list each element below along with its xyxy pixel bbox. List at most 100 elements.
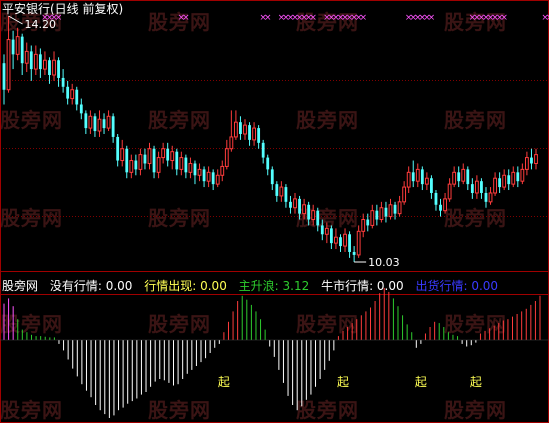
candle-body xyxy=(434,192,438,205)
legend-trend-appears: 行情出现: 0.00 xyxy=(144,279,227,293)
high-arrow xyxy=(8,15,23,25)
signal-label: 起 xyxy=(218,375,230,389)
candle-body xyxy=(202,169,206,182)
candle-body xyxy=(334,236,338,244)
candle-body xyxy=(393,204,397,214)
candle-body xyxy=(480,181,483,193)
candle-body xyxy=(243,124,247,135)
candle-body xyxy=(156,157,161,173)
candle-body xyxy=(289,201,292,208)
top-marker: × xyxy=(182,13,190,23)
candle-body xyxy=(284,187,288,202)
candle-body xyxy=(11,39,15,55)
candle-body xyxy=(248,125,251,140)
legend-main-wave: 主升浪: 3.12 xyxy=(238,279,310,293)
candle-body xyxy=(388,204,393,218)
candle-body xyxy=(166,148,170,161)
candle-body xyxy=(79,104,83,114)
candle-body xyxy=(270,169,274,185)
candle-body xyxy=(511,171,516,185)
candle-body xyxy=(457,172,461,182)
candle-body xyxy=(38,54,42,70)
candle-body xyxy=(75,89,79,105)
candle-body xyxy=(147,148,152,164)
candle-body xyxy=(206,171,211,182)
candle-body xyxy=(466,169,470,185)
candle-body xyxy=(179,157,184,170)
legend-no-trend: 没有行情: 0.00 xyxy=(49,279,133,293)
candle-body xyxy=(97,118,102,132)
candle-body xyxy=(239,122,242,134)
top-marker: × xyxy=(309,13,317,23)
candle-body xyxy=(424,177,429,185)
candle-body xyxy=(293,198,297,209)
candle-body xyxy=(134,160,138,170)
candle-body xyxy=(324,227,329,235)
candle-body xyxy=(279,186,284,197)
chart-title: 平安银行(日线 前复权) xyxy=(2,2,124,16)
candle-body xyxy=(406,171,411,188)
candle-body xyxy=(420,169,424,185)
candle-body xyxy=(48,60,51,75)
chart-stage: 股旁网 股旁网 股旁网 股旁网 股旁网 股旁网 股旁网 股旁网 股旁网 股旁网 股旁网 股旁网 股旁网股… xyxy=(0,0,549,423)
candle-body xyxy=(356,230,361,256)
candle-body xyxy=(229,136,234,150)
candle-body xyxy=(352,251,356,255)
candle-body xyxy=(161,148,166,159)
candle-body xyxy=(316,210,320,226)
signal-label: 起 xyxy=(470,375,482,389)
chart-frame xyxy=(0,0,549,423)
candle-body xyxy=(402,186,407,203)
candle-body xyxy=(152,148,156,173)
candle-body xyxy=(261,142,265,158)
candle-body xyxy=(120,148,125,162)
candle-body xyxy=(29,51,33,70)
candle-body xyxy=(348,234,351,252)
candle-body xyxy=(439,204,442,211)
candle-body xyxy=(220,165,225,176)
candle-body xyxy=(370,210,375,226)
candle-body xyxy=(430,178,433,193)
candle-body xyxy=(257,128,261,143)
candle-body xyxy=(375,210,379,220)
candle-body xyxy=(452,171,457,185)
candle-body xyxy=(15,36,20,55)
indicator-header: 股旁网 没有行情: 0.00 行情出现: 0.00 主升浪: 3.12 牛市行情… xyxy=(2,279,498,293)
candle-body xyxy=(116,136,120,161)
candle-body xyxy=(447,183,452,200)
candle-body xyxy=(188,162,193,173)
candle-body xyxy=(516,172,520,182)
candle-body xyxy=(184,157,188,173)
candle-body xyxy=(84,113,88,129)
candle-body xyxy=(415,168,420,182)
candle-body xyxy=(138,154,143,170)
candle-body xyxy=(66,86,70,99)
candle-body xyxy=(397,201,402,215)
candle-body xyxy=(320,225,324,235)
candle-body xyxy=(20,36,24,64)
candle-body xyxy=(461,168,466,182)
candle-body xyxy=(143,154,147,164)
top-marker: × xyxy=(264,13,272,23)
candle-body xyxy=(298,198,301,214)
candle-body xyxy=(6,39,11,91)
candle-body xyxy=(520,168,525,182)
candle-body xyxy=(252,127,256,141)
candle-body xyxy=(61,77,65,87)
top-marker: × xyxy=(500,13,508,23)
candlestick-chart[interactable]: 14.2010.03×××× ×× ×× ×××××××× ××××××××× ×××××… xyxy=(0,0,549,423)
candle-body xyxy=(125,148,129,173)
candle-body xyxy=(366,219,370,226)
signal-label: 起 xyxy=(337,375,349,389)
candle-body xyxy=(493,177,497,194)
candle-body xyxy=(443,198,447,212)
candle-body xyxy=(266,157,270,170)
indicator-site: 股旁网 xyxy=(2,279,39,293)
candle-body xyxy=(102,119,106,129)
candle-body xyxy=(302,204,307,215)
candle-body xyxy=(470,184,474,193)
candle-body xyxy=(197,168,202,176)
candle-body xyxy=(534,154,538,164)
candle-body xyxy=(2,63,6,90)
candle-body xyxy=(175,151,179,170)
